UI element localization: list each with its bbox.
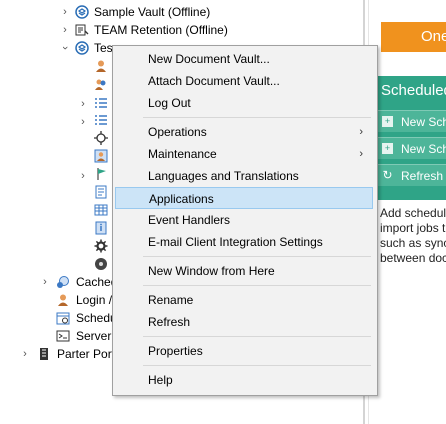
desc-line: import jobs t <box>380 221 446 235</box>
new-schedule-button-2[interactable]: + New Sch <box>377 137 446 159</box>
retention-icon <box>75 24 89 36</box>
new-schedule-label: New Sch <box>401 115 446 129</box>
tree-item-cached[interactable]: › Cached <box>40 273 117 291</box>
menu-item-label: Rename <box>148 293 194 307</box>
tree-item-server[interactable]: Server <box>56 327 116 345</box>
tree-item-login-accounts[interactable]: Login / <box>56 291 116 309</box>
scheduled-description: Add schedul import jobs t such as sync b… <box>377 200 446 376</box>
menu-item-label: Maintenance <box>148 147 217 161</box>
table-icon <box>94 204 108 216</box>
menu-item-attach-document-vault[interactable]: Attach Document Vault... <box>115 70 373 92</box>
plus-icon: + <box>382 143 393 154</box>
chevron-right-icon[interactable]: › <box>78 113 88 131</box>
tree-item-label: Tes <box>94 41 113 55</box>
menu-item-operations[interactable]: Operations › <box>115 121 373 143</box>
tree-item-sample-vault[interactable]: › Sample Vault (Offline) <box>60 3 310 21</box>
menu-item-label: Operations <box>148 125 207 139</box>
menu-item-label: Refresh <box>148 315 191 329</box>
menu-item-log-out[interactable]: Log Out <box>115 92 373 114</box>
menu-item-email-client-integration[interactable]: E-mail Client Integration Settings <box>115 231 373 253</box>
desc-line: between doc <box>380 251 446 265</box>
tree-item-label: Parter Port <box>57 347 116 361</box>
disc-icon <box>95 258 107 270</box>
refresh-button[interactable]: ↻ Refresh <box>377 164 446 186</box>
context-menu: New Document Vault... Attach Document Va… <box>112 45 378 396</box>
menu-item-applications[interactable]: Applications <box>115 187 373 209</box>
menu-separator <box>143 117 371 118</box>
info-document-icon <box>95 221 107 235</box>
chevron-right-icon[interactable]: › <box>40 273 50 291</box>
chevron-right-icon[interactable]: › <box>60 21 70 39</box>
menu-item-label: Help <box>148 373 173 387</box>
menu-separator <box>143 256 371 257</box>
users-icon <box>95 79 106 90</box>
new-schedule-label: New Sch <box>401 142 446 156</box>
menu-separator <box>143 336 371 337</box>
tree-item-scheduled-jobs[interactable]: Schedu <box>56 309 117 327</box>
menu-item-label: E-mail Client Integration Settings <box>148 235 323 249</box>
server-icon <box>56 330 70 342</box>
menu-item-languages-translations[interactable]: Languages and Translations <box>115 165 373 187</box>
menu-item-new-document-vault[interactable]: New Document Vault... <box>115 48 373 70</box>
list-icon <box>95 98 107 108</box>
one-button[interactable]: One <box>381 22 446 52</box>
one-button-label: One <box>421 28 446 45</box>
desc-line: such as sync <box>380 236 446 250</box>
menu-separator <box>143 285 371 286</box>
menu-item-rename[interactable]: Rename <box>115 289 373 311</box>
tree-item-label: TEAM Retention (Offline) <box>94 23 228 37</box>
menu-item-label: Attach Document Vault... <box>148 74 280 88</box>
tree-item-label: Server <box>76 329 112 343</box>
plus-icon: + <box>382 116 393 127</box>
vault-icon <box>75 41 89 55</box>
menu-item-label: New Document Vault... <box>148 52 270 66</box>
workflow-icon <box>94 131 108 145</box>
refresh-label: Refresh <box>401 169 444 183</box>
menu-item-label: Applications <box>149 192 214 206</box>
menu-item-maintenance[interactable]: Maintenance › <box>115 143 373 165</box>
user-icon <box>58 294 68 306</box>
tree-item-team-retention[interactable]: › TEAM Retention (Offline) <box>60 21 310 39</box>
chevron-right-icon[interactable]: › <box>20 345 30 363</box>
tree-item-label: Schedu <box>76 311 117 325</box>
chevron-right-icon[interactable]: › <box>78 95 88 113</box>
menu-item-label: Properties <box>148 344 203 358</box>
menu-item-refresh[interactable]: Refresh <box>115 311 373 333</box>
tree-item-test-vault[interactable]: › Tes <box>59 39 120 57</box>
menu-item-label: New Window from Here <box>148 264 275 278</box>
menu-item-event-handlers[interactable]: Event Handlers <box>115 209 373 231</box>
cache-icon <box>57 276 69 288</box>
document-icon <box>95 185 107 199</box>
building-icon <box>40 348 48 360</box>
menu-item-label: Event Handlers <box>148 213 231 227</box>
chevron-right-icon[interactable]: › <box>78 167 88 185</box>
user-card-icon <box>94 149 108 163</box>
tree-item-partner-portal[interactable]: › Parter Port <box>20 345 115 363</box>
vault-icon <box>75 5 89 19</box>
menu-item-help[interactable]: Help <box>115 369 373 391</box>
menu-item-label: Log Out <box>148 96 191 110</box>
list-icon <box>95 115 107 125</box>
chevron-down-icon[interactable]: › <box>56 43 74 53</box>
tree-item-label: Sample Vault (Offline) <box>94 5 211 19</box>
gear-icon <box>94 239 108 253</box>
user-icon <box>96 60 106 72</box>
menu-item-new-window-from-here[interactable]: New Window from Here <box>115 260 373 282</box>
refresh-icon: ↻ <box>382 168 393 182</box>
submenu-arrow-icon: › <box>359 126 363 138</box>
menu-separator <box>143 365 371 366</box>
scheduled-title: Scheduled <box>381 82 446 99</box>
flag-icon <box>97 168 106 180</box>
menu-item-properties[interactable]: Properties <box>115 340 373 362</box>
new-schedule-button-1[interactable]: + New Sch <box>377 110 446 132</box>
chevron-right-icon[interactable]: › <box>60 3 70 21</box>
calendar-icon <box>56 312 70 325</box>
submenu-arrow-icon: › <box>359 148 363 160</box>
desc-line: Add schedul <box>380 206 446 220</box>
menu-item-label: Languages and Translations <box>148 169 299 183</box>
tree-item-label: Login / <box>76 293 113 307</box>
